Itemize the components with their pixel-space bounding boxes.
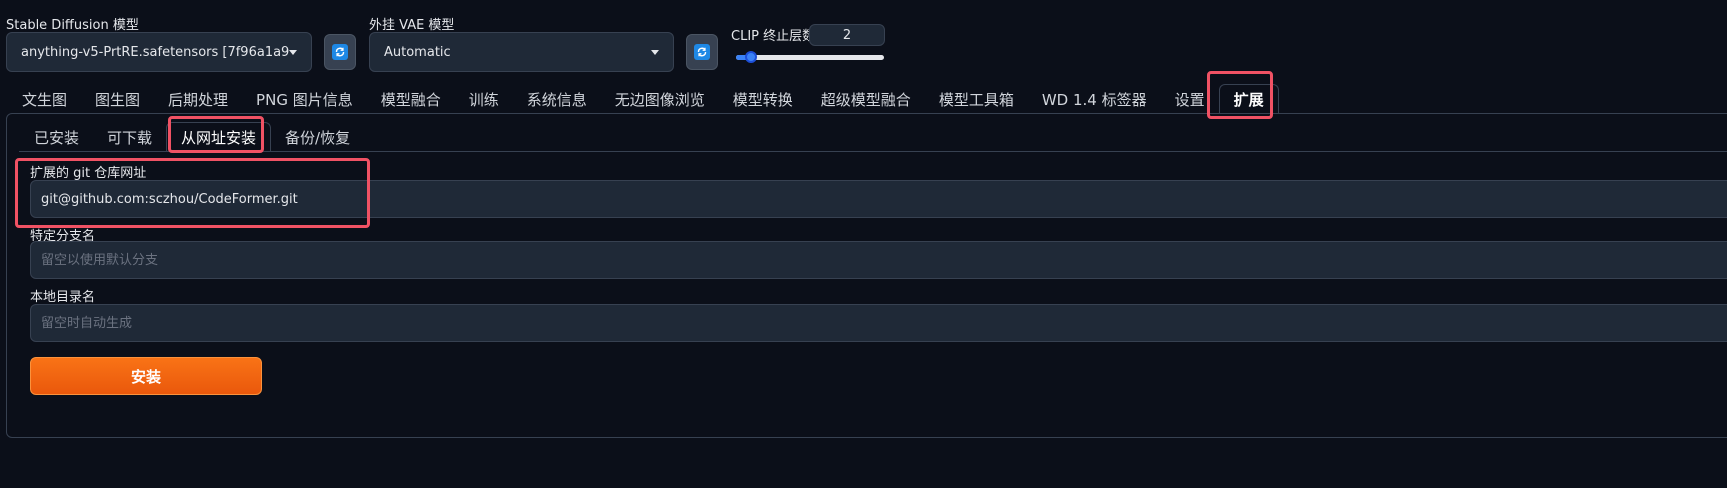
git-url-field-wrap <box>30 180 1727 218</box>
sd-model-value: anything-v5-PrtRE.safetensors [7f96a1a9c… <box>21 44 289 60</box>
tab-settings[interactable]: 设置 <box>1161 84 1219 114</box>
tab-infinite-image-browsing[interactable]: 无边图像浏览 <box>601 84 719 114</box>
tab-system-info[interactable]: 系统信息 <box>513 84 601 114</box>
tab-model-toolkit[interactable]: 模型工具箱 <box>925 84 1028 114</box>
sd-model-refresh-button[interactable] <box>324 34 356 70</box>
branch-field-wrap <box>30 241 1727 279</box>
tab-txt2img[interactable]: 文生图 <box>8 84 81 114</box>
tab-installed[interactable]: 已安装 <box>20 122 93 152</box>
clip-skip-label: CLIP 终止层数 <box>731 29 816 44</box>
sub-tab-divider <box>19 151 1727 152</box>
git-url-input[interactable] <box>30 180 1727 218</box>
tab-backup-restore[interactable]: 备份/恢复 <box>271 122 364 152</box>
main-tab-bar: 文生图 图生图 后期处理 PNG 图片信息 模型融合 训练 系统信息 无边图像浏… <box>8 84 1279 114</box>
sd-model-dropdown[interactable]: anything-v5-PrtRE.safetensors [7f96a1a9c… <box>6 32 312 72</box>
branch-input[interactable] <box>30 241 1727 279</box>
chevron-down-icon <box>289 49 297 55</box>
sd-model-label: Stable Diffusion 模型 <box>6 18 139 33</box>
vae-model-dropdown[interactable]: Automatic <box>369 32 674 72</box>
tab-png-info[interactable]: PNG 图片信息 <box>242 84 367 114</box>
tab-wd14-tagger[interactable]: WD 1.4 标签器 <box>1028 84 1161 114</box>
slider-thumb[interactable] <box>745 51 757 63</box>
tab-extras[interactable]: 后期处理 <box>154 84 242 114</box>
refresh-icon <box>694 44 710 60</box>
tab-train[interactable]: 训练 <box>455 84 513 114</box>
tab-img2img[interactable]: 图生图 <box>81 84 154 114</box>
tab-install-from-url[interactable]: 从网址安装 <box>166 122 272 152</box>
clip-skip-number-input[interactable]: 2 <box>809 24 885 46</box>
tab-extensions[interactable]: 扩展 <box>1218 84 1279 114</box>
sub-tab-bar: 已安装 可下载 从网址安装 备份/恢复 <box>20 122 364 152</box>
chevron-down-icon <box>651 49 659 55</box>
refresh-icon <box>332 44 348 60</box>
clip-skip-slider[interactable] <box>736 51 884 63</box>
slider-track <box>736 55 884 60</box>
tab-super-merger[interactable]: 超级模型融合 <box>807 84 925 114</box>
git-url-label: 扩展的 git 仓库网址 <box>30 166 147 181</box>
tab-checkpoint-merger[interactable]: 模型融合 <box>367 84 455 114</box>
tab-available[interactable]: 可下载 <box>93 122 166 152</box>
local-dir-label: 本地目录名 <box>30 290 96 305</box>
local-dir-field-wrap <box>30 304 1727 342</box>
local-dir-input[interactable] <box>30 304 1727 342</box>
vae-model-label: 外挂 VAE 模型 <box>369 18 455 33</box>
vae-model-refresh-button[interactable] <box>686 34 718 70</box>
tab-model-converter[interactable]: 模型转换 <box>719 84 807 114</box>
install-button[interactable]: 安装 <box>30 357 262 395</box>
vae-model-value: Automatic <box>384 44 451 60</box>
